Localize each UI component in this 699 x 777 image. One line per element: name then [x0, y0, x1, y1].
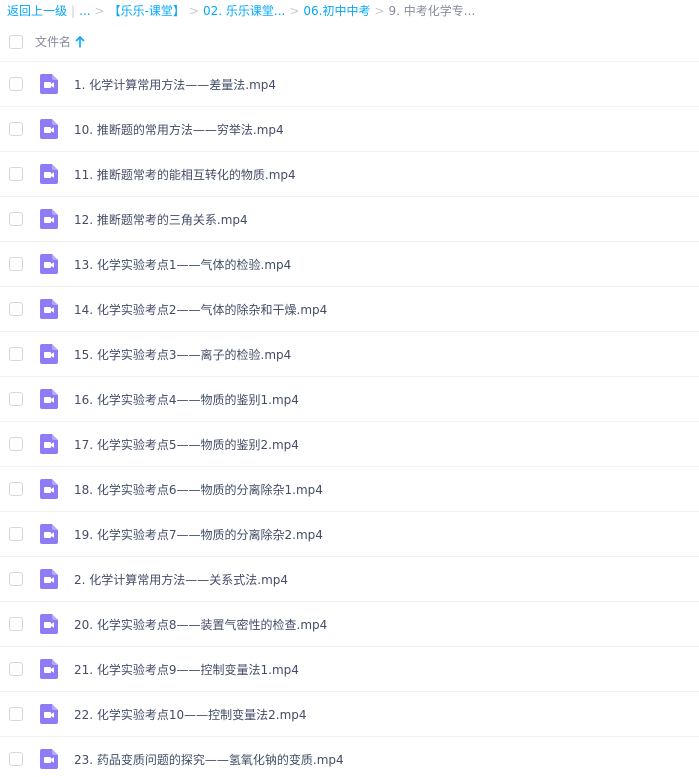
row-checkbox[interactable]	[9, 392, 23, 406]
arrow-up-icon[interactable]	[75, 35, 85, 48]
row-checkbox[interactable]	[9, 752, 23, 766]
row-checkbox[interactable]	[9, 257, 23, 271]
back-link[interactable]: 返回上一级	[7, 4, 67, 18]
video-file-icon	[38, 253, 60, 275]
file-list-header: 文件名	[0, 22, 699, 62]
video-file-icon	[38, 748, 60, 770]
table-row[interactable]: 13. 化学实验考点1——气体的检验.mp4	[0, 242, 699, 287]
row-checkbox[interactable]	[9, 122, 23, 136]
table-row[interactable]: 11. 推断题常考的能相互转化的物质.mp4	[0, 152, 699, 197]
column-header-label: 文件名	[35, 35, 72, 49]
file-name[interactable]: 16. 化学实验考点4——物质的鉴别1.mp4	[74, 391, 299, 408]
video-file-icon	[38, 523, 60, 545]
video-file-icon	[38, 388, 60, 410]
row-checkbox[interactable]	[9, 572, 23, 586]
video-file-icon	[38, 433, 60, 455]
video-file-icon	[38, 658, 60, 680]
file-name[interactable]: 23. 药品变质问题的探究——氢氧化钠的变质.mp4	[74, 751, 344, 768]
row-checkbox[interactable]	[9, 662, 23, 676]
row-checkbox[interactable]	[9, 707, 23, 721]
video-file-icon	[38, 163, 60, 185]
breadcrumb-ellipsis[interactable]: ...	[79, 4, 90, 18]
video-file-icon	[38, 613, 60, 635]
table-row[interactable]: 19. 化学实验考点7——物质的分离除杂2.mp4	[0, 512, 699, 557]
file-name[interactable]: 18. 化学实验考点6——物质的分离除杂1.mp4	[74, 481, 323, 498]
table-row[interactable]: 14. 化学实验考点2——气体的除杂和干燥.mp4	[0, 287, 699, 332]
table-row[interactable]: 21. 化学实验考点9——控制变量法1.mp4	[0, 647, 699, 692]
file-name[interactable]: 17. 化学实验考点5——物质的鉴别2.mp4	[74, 436, 299, 453]
table-row[interactable]: 1. 化学计算常用方法——差量法.mp4	[0, 62, 699, 107]
select-all-checkbox[interactable]	[9, 34, 23, 49]
file-name[interactable]: 15. 化学实验考点3——离子的检验.mp4	[74, 346, 291, 363]
file-name[interactable]: 2. 化学计算常用方法——关系式法.mp4	[74, 571, 288, 588]
row-checkbox[interactable]	[9, 617, 23, 631]
breadcrumb-separator: >	[374, 4, 385, 18]
table-row[interactable]: 2. 化学计算常用方法——关系式法.mp4	[0, 557, 699, 602]
table-row[interactable]: 12. 推断题常考的三角关系.mp4	[0, 197, 699, 242]
row-checkbox[interactable]	[9, 212, 23, 226]
table-row[interactable]: 22. 化学实验考点10——控制变量法2.mp4	[0, 692, 699, 737]
video-file-icon	[38, 568, 60, 590]
row-checkbox[interactable]	[9, 302, 23, 316]
breadcrumb-separator: >	[289, 4, 300, 18]
row-checkbox[interactable]	[9, 167, 23, 181]
table-row[interactable]: 10. 推断题的常用方法——穷举法.mp4	[0, 107, 699, 152]
table-row[interactable]: 23. 药品变质问题的探究——氢氧化钠的变质.mp4	[0, 737, 699, 777]
video-file-icon	[38, 298, 60, 320]
file-name[interactable]: 19. 化学实验考点7——物质的分离除杂2.mp4	[74, 526, 323, 543]
column-header-filename[interactable]: 文件名	[35, 33, 85, 50]
video-file-icon	[38, 208, 60, 230]
file-name[interactable]: 11. 推断题常考的能相互转化的物质.mp4	[74, 166, 296, 183]
file-name[interactable]: 14. 化学实验考点2——气体的除杂和干燥.mp4	[74, 301, 327, 318]
file-name[interactable]: 10. 推断题的常用方法——穷举法.mp4	[74, 121, 284, 138]
file-name[interactable]: 21. 化学实验考点9——控制变量法1.mp4	[74, 661, 299, 678]
table-row[interactable]: 16. 化学实验考点4——物质的鉴别1.mp4	[0, 377, 699, 422]
row-checkbox[interactable]	[9, 482, 23, 496]
breadcrumb-separator: >	[94, 4, 105, 18]
table-row[interactable]: 17. 化学实验考点5——物质的鉴别2.mp4	[0, 422, 699, 467]
breadcrumb-item-1[interactable]: 【乐乐-课堂】	[109, 4, 185, 18]
table-row[interactable]: 20. 化学实验考点8——装置气密性的检查.mp4	[0, 602, 699, 647]
breadcrumb-separator: |	[71, 4, 76, 18]
file-name[interactable]: 22. 化学实验考点10——控制变量法2.mp4	[74, 706, 307, 723]
row-checkbox[interactable]	[9, 437, 23, 451]
breadcrumb: 返回上一级 |... > 【乐乐-课堂】 >02. 乐乐课堂... >06.初中中考 >9.…	[0, 0, 699, 22]
video-file-icon	[38, 118, 60, 140]
file-name[interactable]: 20. 化学实验考点8——装置气密性的检查.mp4	[74, 616, 327, 633]
file-list: 1. 化学计算常用方法——差量法.mp4 10. 推断题的常用方法——穷举法.mp…	[0, 62, 699, 777]
file-name[interactable]: 12. 推断题常考的三角关系.mp4	[74, 211, 248, 228]
file-name[interactable]: 13. 化学实验考点1——气体的检验.mp4	[74, 256, 291, 273]
row-checkbox[interactable]	[9, 77, 23, 91]
row-checkbox[interactable]	[9, 347, 23, 361]
breadcrumb-item-2[interactable]: 02. 乐乐课堂...	[203, 4, 285, 18]
file-name[interactable]: 1. 化学计算常用方法——差量法.mp4	[74, 76, 276, 93]
video-file-icon	[38, 73, 60, 95]
video-file-icon	[38, 343, 60, 365]
video-file-icon	[38, 703, 60, 725]
breadcrumb-current: 9. 中考化学专...	[388, 4, 476, 18]
row-checkbox[interactable]	[9, 527, 23, 541]
video-file-icon	[38, 478, 60, 500]
breadcrumb-separator: >	[188, 4, 199, 18]
table-row[interactable]: 15. 化学实验考点3——离子的检验.mp4	[0, 332, 699, 377]
breadcrumb-item-3[interactable]: 06.初中中考	[303, 4, 370, 18]
table-row[interactable]: 18. 化学实验考点6——物质的分离除杂1.mp4	[0, 467, 699, 512]
